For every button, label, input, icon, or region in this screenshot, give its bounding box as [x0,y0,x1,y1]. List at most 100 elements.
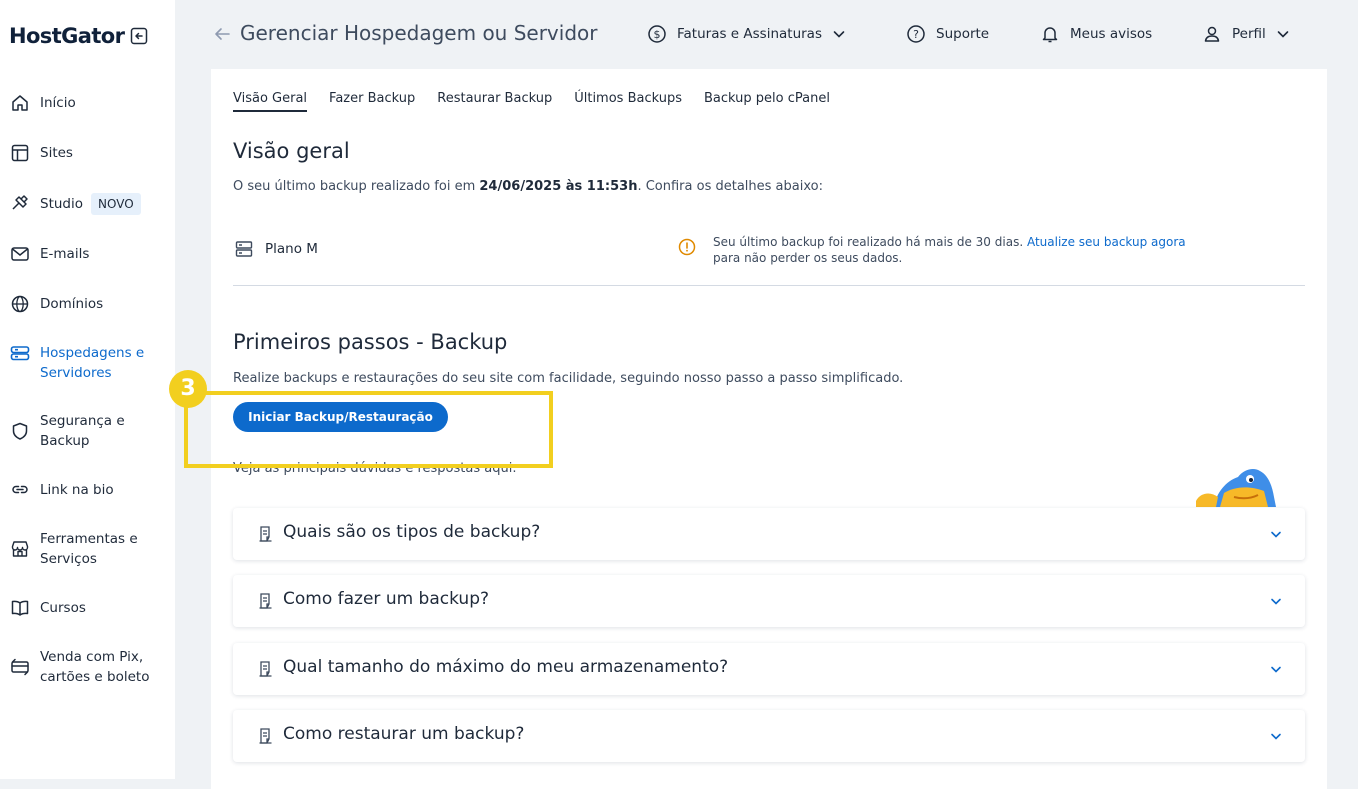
sidebar-item-label: E-mails [40,246,90,262]
logo-text: HostGator [9,24,125,48]
payment-icon [10,657,30,677]
mail-icon [10,244,30,264]
faq-item[interactable]: Qual tamanho do máximo do meu armazename… [233,643,1305,695]
sidebar-item-emails[interactable]: E-mails [10,244,89,264]
svg-text:$: $ [654,28,661,41]
studio-label: Studio [40,196,83,212]
tab-ultimos-backups[interactable]: Últimos Backups [574,91,682,112]
sidebar-item-label: Domínios [40,296,104,312]
sidebar: HostGator Início Sites Studio NOVO E-mail… [0,0,175,779]
help-icon: ? [906,24,926,44]
new-badge: NOVO [91,193,141,215]
sidebar-item-venda-pix[interactable]: Venda com Pix, cartões e boleto [10,647,149,687]
overview-description: O seu último backup realizado foi em 24/… [233,179,823,194]
gator-mascot [1194,459,1280,507]
plan-info: Plano M [235,240,318,258]
tab-bar: Visão Geral Fazer Backup Restaurar Backu… [233,91,852,112]
profile-menu[interactable]: Perfil [1202,24,1290,44]
dollar-icon: $ [647,24,667,44]
start-backup-button[interactable]: Iniciar Backup/Restauração [233,402,448,432]
first-steps-title: Primeiros passos - Backup [233,330,508,354]
document-icon [257,592,275,610]
billing-menu[interactable]: $ Faturas e Assinaturas [647,24,846,44]
warning-icon [678,238,696,266]
chevron-down-icon [1269,594,1283,608]
faq-intro: Veja as principais dúvidas e respostas a… [233,461,517,476]
notices-link[interactable]: Meus avisos [1040,24,1152,44]
home-icon [10,93,30,113]
faq-item[interactable]: Quais são os tipos de backup? [233,508,1305,560]
plan-name: Plano M [265,241,318,257]
step-marker: 3 [169,370,207,408]
store-icon [10,539,30,559]
tab-fazer-backup[interactable]: Fazer Backup [329,91,415,112]
server-icon [235,240,253,258]
update-backup-link[interactable]: Atualize seu backup agora [1027,235,1186,249]
sidebar-item-inicio[interactable]: Início [10,93,76,113]
support-link[interactable]: ? Suporte [906,24,989,44]
support-label: Suporte [936,26,990,42]
page-title: Gerenciar Hospedagem ou Servidor [240,21,598,45]
back-arrow-icon[interactable] [213,25,231,43]
faq-question: Como restaurar um backup? [283,724,525,744]
sidebar-item-label: Cursos [40,600,86,616]
document-icon [257,727,275,745]
sidebar-item-seguranca[interactable]: Segurança e Backup [10,411,125,451]
sidebar-item-label: Studio NOVO [40,193,141,215]
sidebar-item-cursos[interactable]: Cursos [10,598,86,618]
tab-visao-geral[interactable]: Visão Geral [233,91,308,112]
sidebar-item-ferramentas[interactable]: Ferramentas e Serviços [10,529,138,569]
sidebar-item-label: Segurança e Backup [40,413,125,449]
chevron-down-icon [1269,527,1283,541]
chevron-down-icon [1269,662,1283,676]
last-backup-date: 24/06/2025 às 11:53h [479,179,638,194]
sidebar-item-label: Início [40,95,76,111]
sidebar-item-label: Link na bio [40,482,114,498]
link-icon [10,480,30,500]
main-content: Visão Geral Fazer Backup Restaurar Backu… [211,69,1327,789]
profile-label: Perfil [1232,26,1266,42]
overview-title: Visão geral [233,139,350,163]
user-icon [1202,24,1222,44]
notices-label: Meus avisos [1070,26,1153,42]
warning-message: Seu último backup foi realizado há mais … [713,234,1186,266]
sidebar-item-hospedagens[interactable]: Hospedagens e Servidores [10,343,144,383]
book-icon [10,598,30,618]
server-icon [10,343,30,363]
faq-question: Qual tamanho do máximo do meu armazename… [283,657,729,677]
sidebar-item-label: Sites [40,145,73,161]
collapse-sidebar-icon[interactable] [130,27,148,45]
backup-warning: Seu último backup foi realizado há mais … [678,234,1186,266]
document-icon [257,660,275,678]
warning-text-2: para não perder os seus dados. [713,251,903,265]
faq-question: Como fazer um backup? [283,589,490,609]
sidebar-item-label: Hospedagens e Servidores [40,345,145,381]
first-steps-description: Realize backups e restaurações do seu si… [233,371,904,386]
shield-icon [10,421,30,441]
desc-suffix: . Confira os detalhes abaixo: [637,179,823,194]
sidebar-item-dominios[interactable]: Domínios [10,294,103,314]
layout-icon [10,143,30,163]
globe-icon [10,294,30,314]
chevron-down-icon [1269,729,1283,743]
faq-item[interactable]: Como fazer um backup? [233,575,1305,627]
document-icon [257,525,275,543]
sidebar-item-sites[interactable]: Sites [10,143,73,163]
top-bar: Gerenciar Hospedagem ou Servidor $ Fatur… [175,0,1358,68]
sidebar-item-label: Ferramentas e Serviços [40,531,138,567]
divider [233,285,1305,286]
desc-prefix: O seu último backup realizado foi em [233,179,480,194]
tab-restaurar-backup[interactable]: Restaurar Backup [437,91,552,112]
billing-label: Faturas e Assinaturas [677,26,822,42]
chevron-down-icon [1276,27,1290,41]
logo[interactable]: HostGator [9,24,148,48]
sidebar-item-studio[interactable]: Studio NOVO [10,193,141,215]
tab-backup-cpanel[interactable]: Backup pelo cPanel [704,91,830,112]
svg-text:?: ? [913,28,919,41]
warning-text: Seu último backup foi realizado há mais … [713,235,1024,249]
chevron-down-icon [832,27,846,41]
faq-question: Quais são os tipos de backup? [283,522,541,542]
sidebar-item-link-na-bio[interactable]: Link na bio [10,480,114,500]
faq-item[interactable]: Como restaurar um backup? [233,710,1305,762]
bell-icon [1040,24,1060,44]
